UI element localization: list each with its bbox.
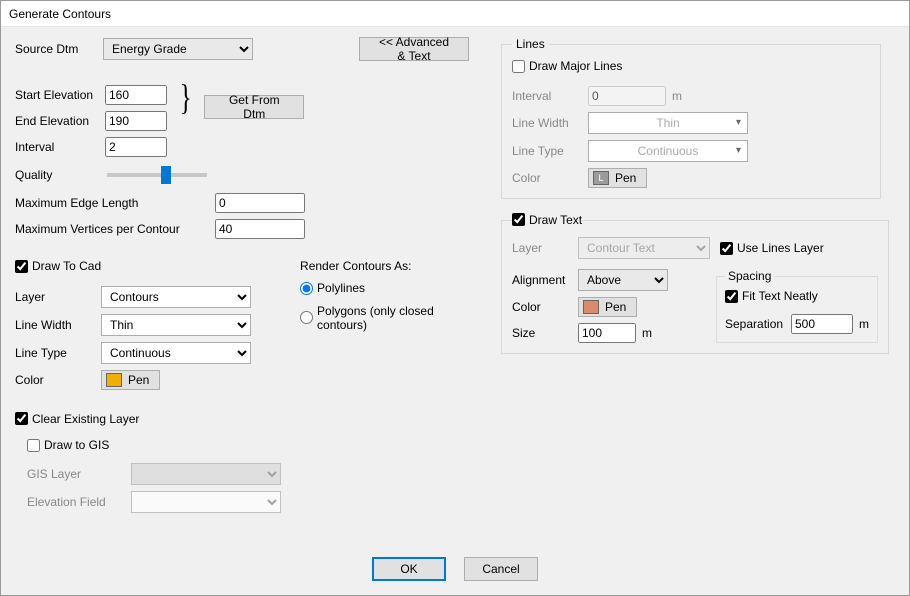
footer-buttons: OK Cancel	[1, 557, 909, 581]
text-size-unit: m	[642, 326, 652, 340]
draw-to-cad-checkbox[interactable]: Draw To Cad	[15, 259, 101, 273]
lines-group: Lines Draw Major Lines Interval m Line W…	[501, 37, 881, 199]
end-elevation-label: End Elevation	[15, 114, 95, 128]
cad-linewidth-combo[interactable]: Thin	[101, 314, 251, 336]
gis-layer-label: GIS Layer	[27, 467, 131, 481]
draw-major-lines-checkbox[interactable]: Draw Major Lines	[512, 59, 622, 73]
max-edge-length-input[interactable]	[215, 193, 305, 213]
source-dtm-label: Source Dtm	[15, 42, 85, 56]
max-edge-length-label: Maximum Edge Length	[15, 196, 205, 210]
lines-linewidth-combo: Thin▾	[588, 112, 748, 134]
fit-text-neatly-checkbox[interactable]: Fit Text Neatly	[725, 289, 818, 303]
text-group: Draw Text Layer Contour Text Use Lines L…	[501, 213, 889, 355]
lines-interval-unit: m	[672, 89, 682, 103]
lines-pen-swatch: L	[593, 171, 609, 185]
gis-layer-combo	[131, 463, 281, 485]
render-polylines-radio[interactable]: Polylines	[300, 281, 365, 295]
quality-slider[interactable]	[107, 173, 207, 177]
cad-linetype-label: Line Type	[15, 346, 101, 360]
client-area: Source Dtm Energy Grade << Advanced & Te…	[1, 27, 909, 595]
use-lines-layer-checkbox[interactable]: Use Lines Layer	[720, 241, 824, 255]
separation-unit: m	[859, 317, 869, 331]
text-size-label: Size	[512, 326, 578, 340]
lines-linewidth-label: Line Width	[512, 116, 588, 130]
chevron-down-icon: ▾	[736, 117, 741, 128]
elevation-field-label: Elevation Field	[27, 495, 131, 509]
end-elevation-input[interactable]	[105, 111, 167, 131]
separation-input[interactable]	[791, 314, 853, 334]
text-size-input[interactable]	[578, 323, 636, 343]
start-elevation-input[interactable]	[105, 85, 167, 105]
max-vertices-label: Maximum Vertices per Contour	[15, 222, 205, 236]
alignment-label: Alignment	[512, 273, 578, 287]
text-layer-label: Layer	[512, 241, 578, 255]
max-vertices-input[interactable]	[215, 219, 305, 239]
lines-pen-button: L Pen	[588, 168, 647, 188]
get-from-dtm-button[interactable]: Get From Dtm	[204, 95, 304, 119]
lines-linetype-combo: Continuous▾	[588, 140, 748, 162]
source-dtm-combo[interactable]: Energy Grade	[103, 38, 253, 60]
render-polygons-radio[interactable]: Polygons (only closed contours)	[300, 304, 485, 332]
lines-interval-label: Interval	[512, 89, 588, 103]
cad-pen-button[interactable]: Pen	[101, 370, 160, 390]
draw-text-checkbox[interactable]: Draw Text	[512, 213, 582, 227]
dialog-title: Generate Contours	[1, 1, 909, 27]
advanced-text-button[interactable]: << Advanced & Text	[359, 37, 469, 61]
clear-existing-layer-checkbox[interactable]: Clear Existing Layer	[15, 412, 139, 426]
alignment-combo[interactable]: Above	[578, 269, 668, 291]
lines-linetype-label: Line Type	[512, 144, 588, 158]
cancel-button[interactable]: Cancel	[464, 557, 538, 581]
draw-to-gis-checkbox[interactable]: Draw to GIS	[27, 438, 109, 452]
quality-label: Quality	[15, 168, 95, 182]
cad-layer-label: Layer	[15, 290, 101, 304]
text-pen-swatch	[583, 300, 599, 314]
cad-linewidth-label: Line Width	[15, 318, 101, 332]
lines-color-label: Color	[512, 171, 588, 185]
lines-interval-input	[588, 86, 666, 106]
cad-layer-combo[interactable]: Contours	[101, 286, 251, 308]
right-panel: Lines Draw Major Lines Interval m Line W…	[501, 37, 881, 354]
dialog-window: Generate Contours Source Dtm Energy Grad…	[0, 0, 910, 596]
spacing-group-legend: Spacing	[725, 269, 774, 283]
render-contours-label: Render Contours As:	[300, 259, 485, 273]
chevron-down-icon: ▾	[736, 145, 741, 156]
interval-label: Interval	[15, 140, 95, 154]
cad-color-label: Color	[15, 373, 101, 387]
cad-pen-swatch	[106, 373, 122, 387]
interval-input[interactable]	[105, 137, 167, 157]
left-panel: Source Dtm Energy Grade << Advanced & Te…	[15, 37, 485, 513]
brace-icon: }	[180, 83, 192, 111]
cad-linetype-combo[interactable]: Continuous	[101, 342, 251, 364]
lines-group-legend: Lines	[512, 37, 549, 51]
text-pen-button[interactable]: Pen	[578, 297, 637, 317]
text-layer-combo: Contour Text	[578, 237, 710, 259]
start-elevation-label: Start Elevation	[15, 88, 95, 102]
text-color-label: Color	[512, 300, 578, 314]
spacing-group: Spacing Fit Text Neatly Separation m	[716, 269, 878, 343]
ok-button[interactable]: OK	[372, 557, 446, 581]
elevation-field-combo	[131, 491, 281, 513]
separation-label: Separation	[725, 317, 791, 331]
